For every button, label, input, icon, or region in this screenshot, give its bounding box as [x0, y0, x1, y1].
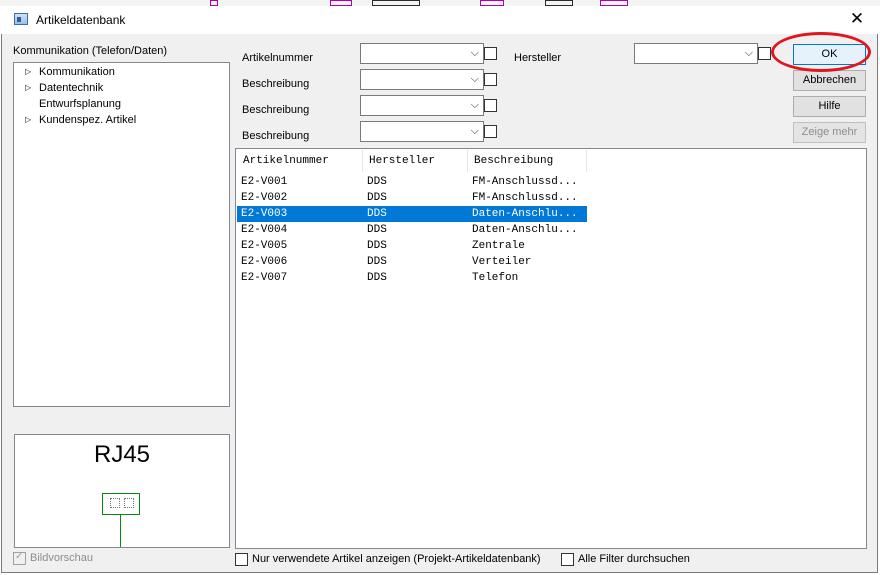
cell-artikelnummer: E2-V007 [241, 272, 288, 284]
bildvorschau-checkbox: ✓ [13, 551, 26, 565]
beschreibung-label-2: Beschreibung [242, 104, 310, 116]
column-header-artikelnummer[interactable]: Artikelnummer [237, 150, 363, 172]
hersteller-filter-checkbox[interactable] [758, 47, 771, 60]
table-row-selected[interactable]: E2-V003 DDS Daten-Anschlu... [237, 206, 587, 222]
cell-beschreibung: FM-Anschlussd... [472, 176, 578, 188]
nur-verwendete-label[interactable]: Nur verwendete Artikel anzeigen (Projekt… [252, 553, 541, 565]
bildvorschau-label: Bildvorschau [30, 552, 93, 564]
symbol-port [110, 498, 120, 508]
beschreibung-filter-checkbox-2[interactable] [484, 99, 497, 112]
cell-hersteller: DDS [367, 224, 387, 236]
cell-hersteller: DDS [367, 256, 387, 268]
abbrechen-button[interactable]: Abbrechen [793, 70, 866, 91]
beschreibung-combo-3[interactable]: ⌵ [360, 121, 484, 142]
nur-verwendete-checkbox[interactable] [235, 553, 248, 566]
chevron-down-icon[interactable]: ⌵ [471, 46, 479, 60]
cell-artikelnummer: E2-V006 [241, 256, 288, 268]
zeige-mehr-button: Zeige mehr [793, 122, 866, 143]
cell-beschreibung: Daten-Anschlu... [472, 208, 578, 220]
cell-hersteller: DDS [367, 240, 387, 252]
artikelnummer-combo[interactable]: ⌵ [360, 43, 484, 64]
chevron-down-icon[interactable]: ⌵ [471, 72, 479, 86]
beschreibung-filter-checkbox-1[interactable] [484, 73, 497, 86]
category-tree[interactable]: ▷ Kommunikation ▷ Datentechnik Entwurfsp… [13, 62, 230, 407]
cell-artikelnummer: E2-V003 [241, 208, 288, 220]
cell-artikelnummer: E2-V005 [241, 240, 288, 252]
cell-artikelnummer: E2-V001 [241, 176, 288, 188]
cell-beschreibung: Verteiler [472, 256, 532, 268]
chevron-down-icon[interactable]: ⌵ [471, 98, 479, 112]
artikelnummer-label: Artikelnummer [242, 52, 313, 64]
artikelnummer-filter-checkbox[interactable] [484, 47, 497, 60]
tree-item-label: Kommunikation [39, 66, 115, 78]
symbol-port [124, 498, 134, 508]
tree-item-label: Entwurfsplanung [39, 98, 121, 110]
cell-hersteller: DDS [367, 176, 387, 188]
title-bar [1, 6, 878, 34]
cell-hersteller: DDS [367, 272, 387, 284]
cell-beschreibung: Daten-Anschlu... [472, 224, 578, 236]
cell-hersteller: DDS [367, 192, 387, 204]
table-row[interactable]: E2-V007 DDS Telefon [237, 270, 587, 286]
alle-filter-label[interactable]: Alle Filter durchsuchen [578, 553, 690, 565]
beschreibung-filter-checkbox-3[interactable] [484, 125, 497, 138]
alle-filter-checkbox[interactable] [561, 553, 574, 566]
table-row[interactable]: E2-V002 DDS FM-Anschlussd... [237, 190, 587, 206]
cell-beschreibung: Telefon [472, 272, 519, 284]
rj45-symbol-icon [102, 493, 140, 515]
beschreibung-combo-1[interactable]: ⌵ [360, 69, 484, 90]
expand-arrow-icon[interactable]: ▷ [25, 115, 31, 124]
cell-artikelnummer: E2-V002 [241, 192, 288, 204]
table-row[interactable]: E2-V004 DDS Daten-Anschlu... [237, 222, 587, 238]
chevron-down-icon[interactable]: ⌵ [745, 46, 753, 60]
beschreibung-label-1: Beschreibung [242, 78, 310, 90]
column-header-beschreibung[interactable]: Beschreibung [468, 150, 587, 172]
window-title: Artikeldatenbank [36, 13, 126, 27]
category-label: Kommunikation (Telefon/Daten) [13, 45, 168, 57]
cell-beschreibung: Zentrale [472, 240, 525, 252]
preview-title: RJ45 [93, 441, 151, 468]
column-header-hersteller[interactable]: Hersteller [363, 150, 468, 172]
symbol-preview-panel: RJ45 [14, 434, 230, 548]
table-row[interactable]: E2-V001 DDS FM-Anschlussd... [237, 174, 587, 190]
symbol-connector-line [120, 515, 121, 547]
tree-item-label: Kundenspez. Artikel [39, 114, 137, 126]
cell-beschreibung: FM-Anschlussd... [472, 192, 578, 204]
chevron-down-icon[interactable]: ⌵ [471, 124, 479, 138]
beschreibung-combo-2[interactable]: ⌵ [360, 95, 484, 116]
close-icon[interactable]: ✕ [846, 8, 868, 30]
hersteller-label: Hersteller [514, 52, 562, 64]
cell-artikelnummer: E2-V004 [241, 224, 288, 236]
expand-arrow-icon[interactable]: ▷ [25, 83, 31, 92]
app-window-icon [14, 13, 28, 25]
cell-hersteller: DDS [367, 208, 387, 220]
hilfe-button[interactable]: Hilfe [793, 96, 866, 117]
table-row[interactable]: E2-V006 DDS Verteiler [237, 254, 587, 270]
expand-arrow-icon[interactable]: ▷ [25, 67, 31, 76]
hersteller-combo[interactable]: ⌵ [634, 43, 758, 64]
tree-item-label: Datentechnik [39, 82, 104, 94]
table-row[interactable]: E2-V005 DDS Zentrale [237, 238, 587, 254]
beschreibung-label-3: Beschreibung [242, 130, 310, 142]
checkmark-icon: ✓ [15, 551, 24, 562]
highlight-annotation-ring [771, 32, 871, 72]
